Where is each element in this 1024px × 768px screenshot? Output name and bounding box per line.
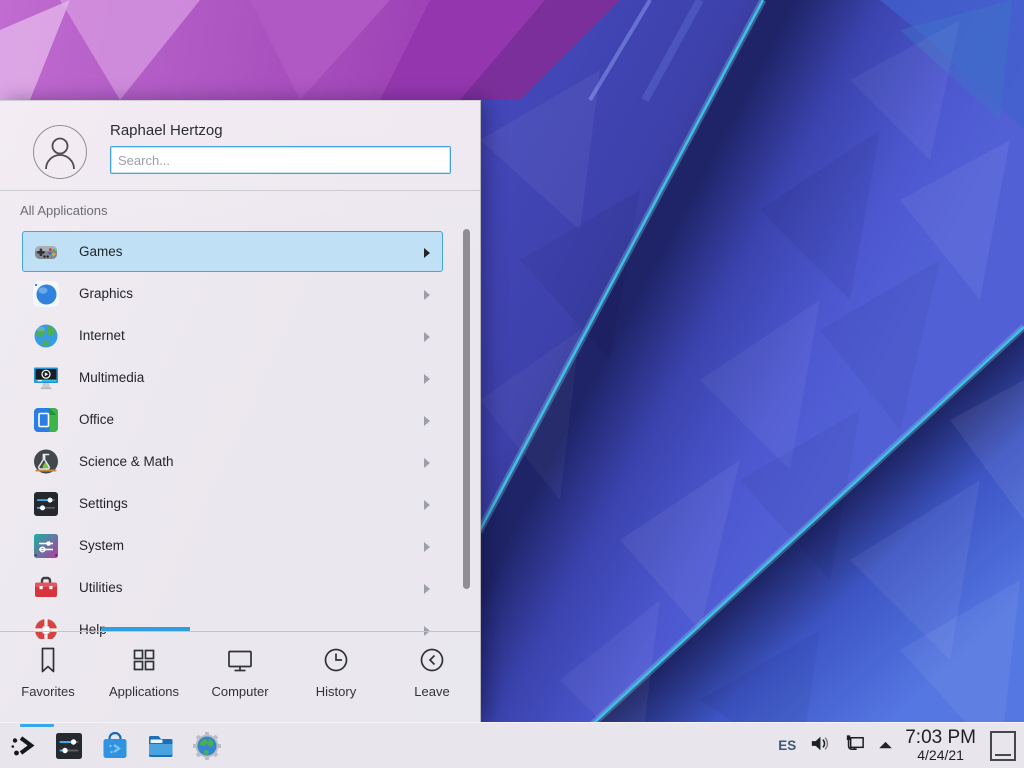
launcher-header: Raphael Hertzog [0, 101, 480, 191]
tab-favorites[interactable]: Favorites [0, 632, 96, 722]
tab-applications[interactable]: Applications [96, 632, 192, 722]
category-label: System [79, 538, 124, 553]
tab-computer[interactable]: Computer [192, 632, 288, 722]
app-grid-icon [129, 645, 159, 675]
submenu-arrow-icon [423, 456, 431, 468]
taskbar-panel: ES 7:03 PM [0, 722, 1024, 768]
web-browser-icon[interactable] [192, 731, 222, 761]
tab-label: Leave [414, 684, 449, 699]
globe-earth-icon [32, 322, 60, 350]
system-settings-icon[interactable] [54, 731, 84, 761]
tab-label: Computer [211, 684, 268, 699]
show-desktop-button[interactable] [990, 731, 1016, 761]
gamepad-icon [32, 238, 60, 266]
volume-icon[interactable] [808, 732, 831, 760]
application-launcher-popup: Raphael Hertzog All Applications [0, 100, 481, 722]
launcher-tab-bar: Favorites Applications C [0, 631, 480, 722]
category-label: Internet [79, 328, 125, 343]
list-scrollbar[interactable] [463, 229, 470, 589]
submenu-arrow-icon [423, 582, 431, 594]
bookmark-icon [33, 645, 63, 675]
category-utilities[interactable]: Utilities [22, 567, 443, 608]
category-system[interactable]: System [22, 525, 443, 566]
user-name: Raphael Hertzog [110, 122, 451, 139]
tab-label: Favorites [21, 684, 74, 699]
category-games[interactable]: Games [22, 231, 443, 272]
tab-history[interactable]: History [288, 632, 384, 722]
submenu-arrow-icon [423, 372, 431, 384]
submenu-arrow-icon [423, 288, 431, 300]
keyboard-layout-indicator[interactable]: ES [778, 738, 796, 753]
section-label: All Applications [0, 191, 480, 221]
submenu-arrow-icon [423, 330, 431, 342]
category-label: Multimedia [79, 370, 144, 385]
graphics-sphere-icon [32, 280, 60, 308]
category-list: Games Graphics [0, 231, 480, 639]
submenu-arrow-icon [423, 498, 431, 510]
science-flask-icon [32, 448, 60, 476]
category-multimedia[interactable]: Multimedia [22, 357, 443, 398]
clock-time: 7:03 PM [905, 728, 976, 748]
active-launcher-indicator [20, 724, 54, 727]
category-label: Science & Math [79, 454, 174, 469]
computer-icon [225, 645, 255, 675]
submenu-arrow-icon [423, 540, 431, 552]
leave-icon [417, 645, 447, 675]
submenu-arrow-icon [423, 414, 431, 426]
category-office[interactable]: Office [22, 399, 443, 440]
kali-menu-icon[interactable] [8, 731, 38, 761]
system-sliders-icon [32, 532, 60, 560]
submenu-arrow-icon [423, 246, 431, 258]
tab-label: Applications [109, 684, 179, 699]
category-label: Graphics [79, 286, 133, 301]
tab-leave[interactable]: Leave [384, 632, 480, 722]
digital-clock[interactable]: 7:03 PM 4/24/21 [905, 728, 976, 763]
expand-tray-arrow-icon[interactable] [878, 737, 893, 755]
search-input[interactable] [110, 146, 451, 174]
desktop: Raphael Hertzog All Applications [0, 0, 1024, 768]
category-internet[interactable]: Internet [22, 315, 443, 356]
system-tray: ES 7:03 PM [778, 728, 1016, 763]
discover-store-icon[interactable] [100, 731, 130, 761]
settings-sliders-icon [32, 490, 60, 518]
panel-launchers [8, 731, 222, 761]
category-graphics[interactable]: Graphics [22, 273, 443, 314]
category-label: Office [79, 412, 114, 427]
category-settings[interactable]: Settings [22, 483, 443, 524]
toolbox-icon [32, 574, 60, 602]
category-label: Utilities [79, 580, 123, 595]
category-label: Settings [79, 496, 128, 511]
category-label: Games [79, 244, 123, 259]
file-manager-icon[interactable] [146, 731, 176, 761]
monitor-play-icon [32, 364, 60, 392]
category-science-math[interactable]: Science & Math [22, 441, 443, 482]
tab-label: History [316, 684, 356, 699]
history-clock-icon [321, 645, 351, 675]
clock-date: 4/24/21 [905, 748, 976, 763]
user-avatar-icon[interactable] [33, 125, 87, 179]
office-document-icon [32, 406, 60, 434]
network-icon[interactable] [843, 732, 866, 760]
